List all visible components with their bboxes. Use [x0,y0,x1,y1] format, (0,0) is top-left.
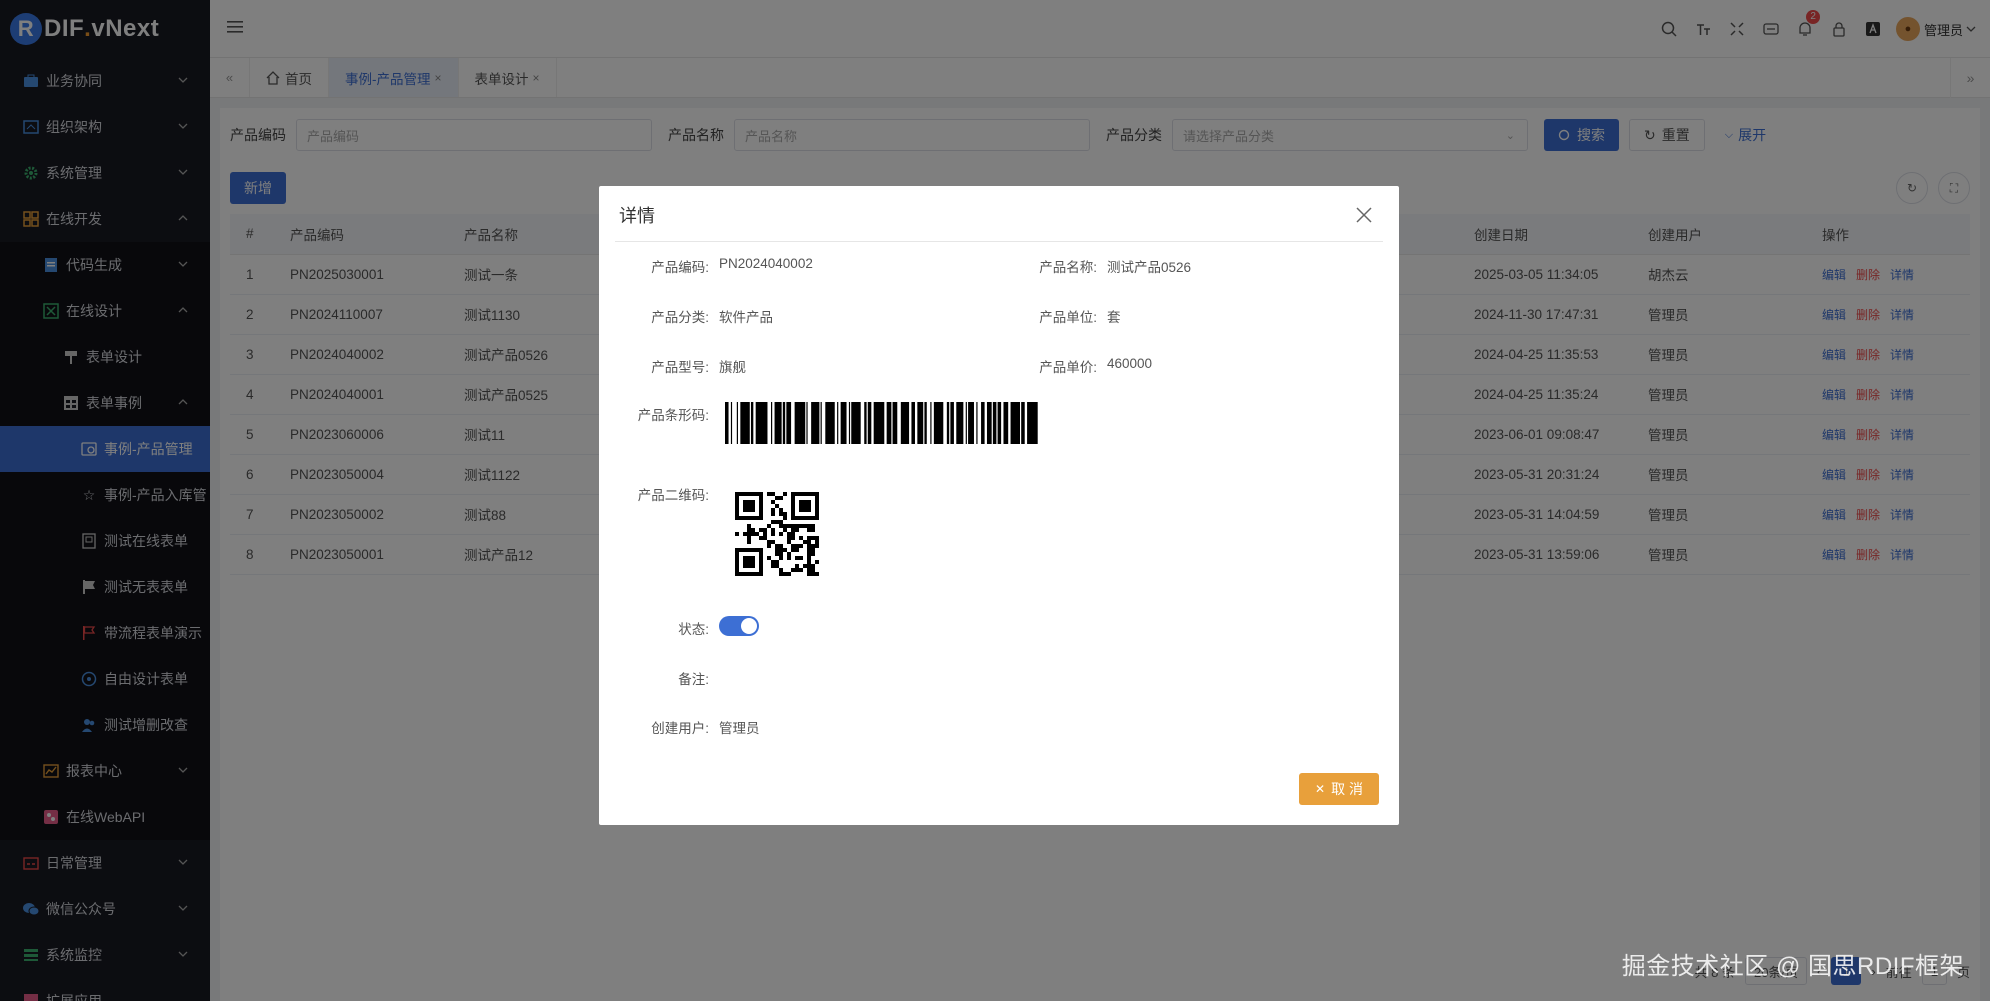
product-qrcode [735,492,819,576]
modal-divider [615,241,1383,242]
field-label: 状态: [678,622,709,637]
product-barcode [725,402,1038,444]
detail-modal: 详情 产品编码: PN2024040002 产品名称: 测试产品0526 产品分… [599,186,1399,825]
field-label: 产品单位: [1039,310,1097,325]
field-label: 产品分类: [651,310,709,325]
field-value: 套 [1107,310,1121,325]
field-label: 产品型号: [651,360,709,375]
field-value: 软件产品 [719,310,773,325]
field-label: 产品名称: [1039,260,1097,275]
field-label: 备注: [678,672,709,687]
close-icon[interactable] [1355,206,1373,224]
cancel-button[interactable]: ✕ 取 消 [1299,773,1379,805]
field-value: 管理员 [719,721,760,736]
field-label: 产品条形码: [637,408,709,423]
close-icon: ✕ [1315,782,1326,796]
field-label: 创建用户: [651,721,709,736]
field-label: 产品编码: [651,260,709,275]
field-value: PN2024040002 [719,256,813,271]
field-value: 460000 [1107,356,1153,371]
watermark: 掘金技术社区 @ 国思RDIF框架 [1621,953,1964,980]
field-label: 产品单价: [1039,360,1097,375]
field-value: 旗舰 [719,360,746,375]
status-toggle[interactable] [719,616,759,636]
toggle-knob [741,618,757,634]
field-label: 产品二维码: [637,488,709,503]
modal-title: 详情 [619,206,655,226]
field-value: 测试产品0526 [1107,260,1192,275]
